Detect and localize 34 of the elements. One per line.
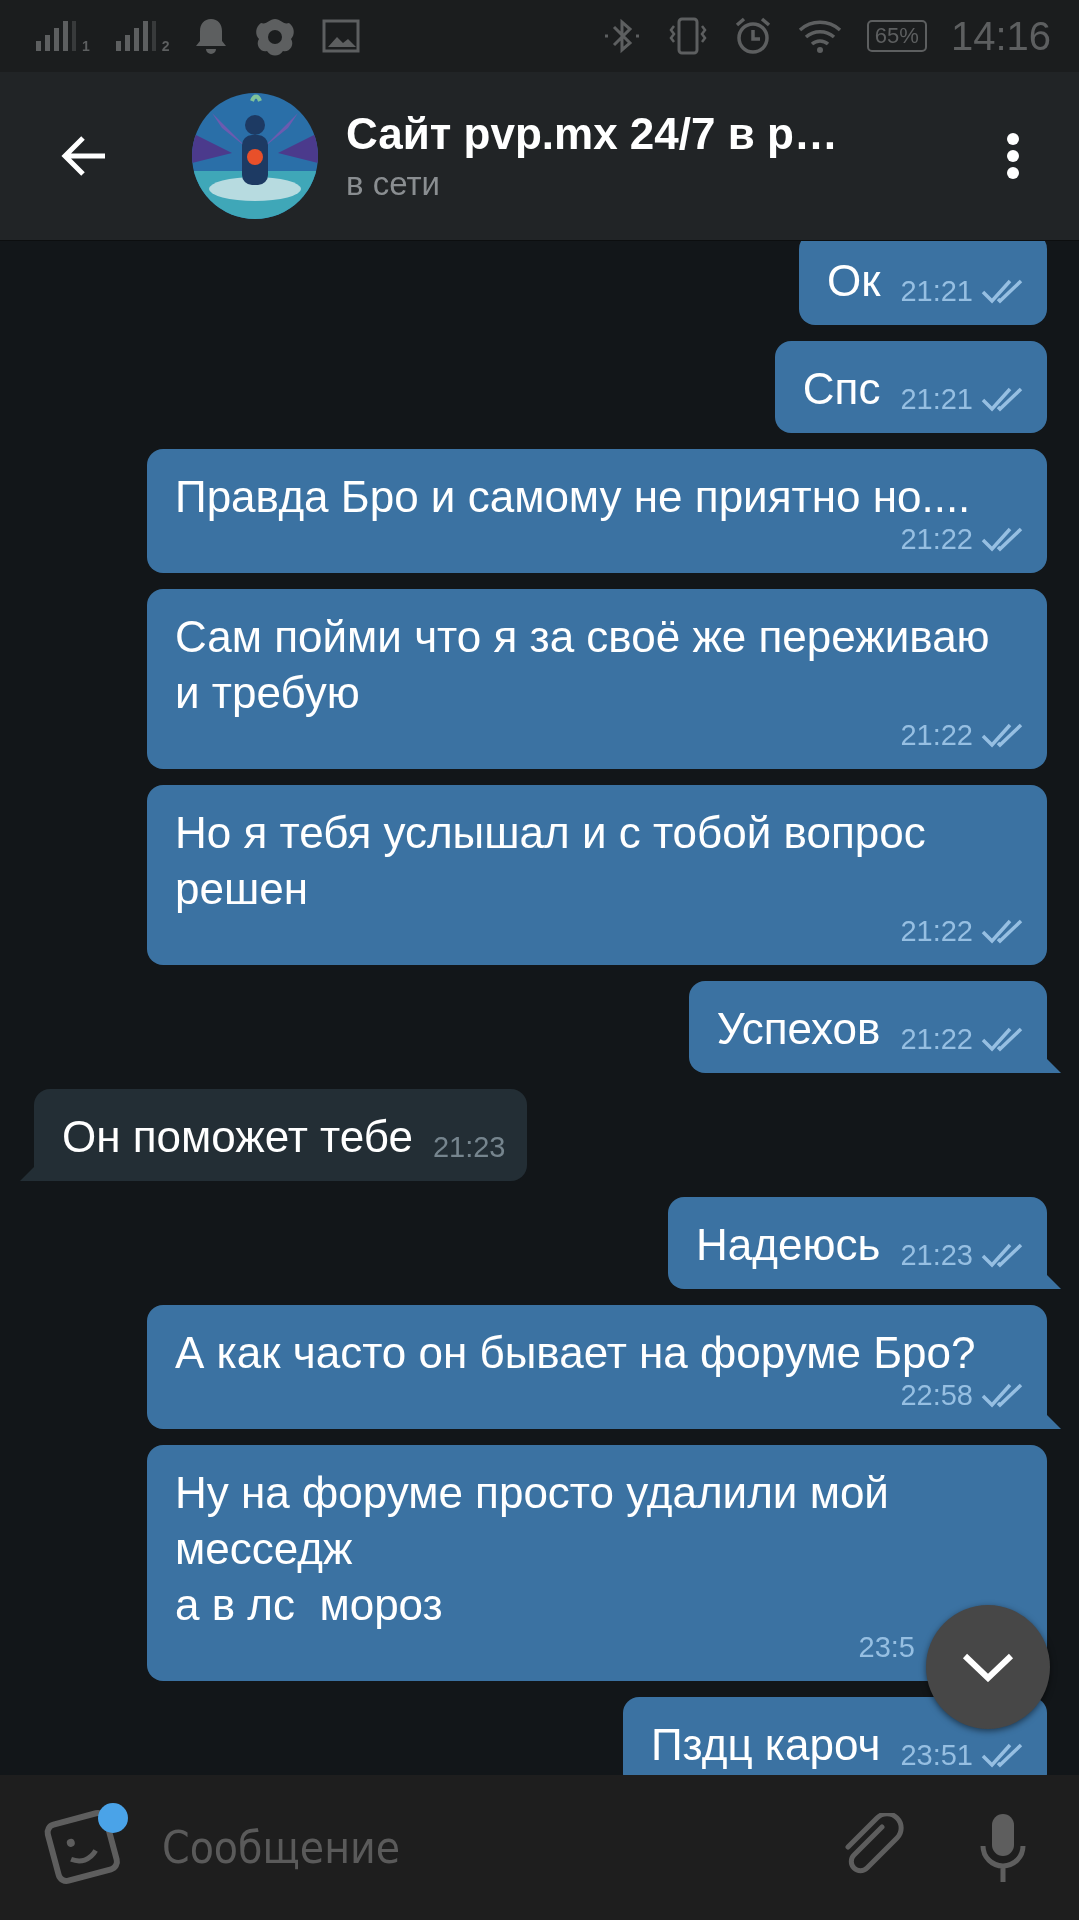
message-text: Пздц кароч [650, 1719, 881, 1771]
bell-icon [193, 17, 228, 55]
message-time: 21:23 [432, 1130, 506, 1165]
chat-status: в сети [346, 165, 441, 203]
message-time: 23:51 [900, 1738, 973, 1773]
message-text: Правда Бро и самому не приятно но.... [175, 471, 971, 523]
message-text: Ну на форуме просто удалили мой месседж а в лс мороз [175, 1467, 890, 1631]
message-time: 21:22 [900, 718, 973, 753]
sim-number: 1 [82, 39, 90, 53]
message-time: 21:21 [900, 274, 973, 309]
message-text: Сам пойми что я за своё же переживаю и требую [175, 611, 991, 719]
chevron-down-icon [961, 1652, 1015, 1682]
image-icon [321, 19, 360, 53]
microphone-icon [978, 1811, 1028, 1884]
message-time: 21:22 [900, 914, 973, 949]
message-text: А как часто он бывает на форуме Бро? [175, 1327, 976, 1379]
message-time: 22:58 [900, 1378, 973, 1413]
message-time: 23:5 [858, 1630, 915, 1665]
message-text: Успехов [716, 1003, 881, 1055]
message-text: Надеюсь [696, 1219, 881, 1271]
message-text: Спс [802, 363, 881, 415]
more-icon [1006, 132, 1020, 180]
sim-number: 2 [161, 39, 170, 53]
message-time: 21:23 [900, 1238, 973, 1273]
message-text: Но я тебя услышал и с тобой вопрос решен [175, 807, 927, 915]
message-time: 21:22 [900, 1022, 973, 1057]
message-time: 21:22 [900, 522, 973, 557]
message-text: Он поможет тебе [62, 1111, 413, 1163]
chat-title: Сайт pvp.mx 24/7 в р… [346, 109, 839, 159]
message-text: Ок [826, 255, 881, 307]
wifi-icon [796, 18, 843, 54]
battery-indicator: 65% [866, 20, 927, 52]
status-time: 14:16 [950, 13, 1051, 59]
message-time: 21:21 [900, 382, 973, 417]
